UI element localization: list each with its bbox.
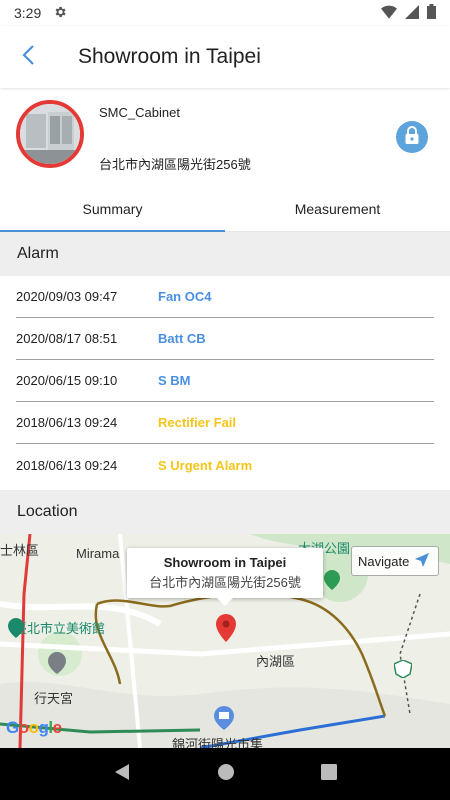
- tab-measurement[interactable]: Measurement: [225, 186, 450, 231]
- alarm-row[interactable]: 2020/06/15 09:10 S BM: [16, 360, 434, 402]
- alarm-time: 2020/09/03 09:47: [16, 289, 118, 304]
- page-title: Showroom in Taipei: [78, 45, 261, 68]
- map-label-shilin: 士林區: [0, 543, 40, 558]
- navigate-button[interactable]: Navigate: [351, 546, 439, 576]
- map-info-window[interactable]: Showroom in Taipei 台北市內湖區陽光街256號: [127, 548, 323, 606]
- status-bar: 3:29: [0, 0, 450, 26]
- gear-icon: [53, 5, 67, 22]
- app-bar: Showroom in Taipei: [0, 26, 450, 88]
- site-name: SMC_Cabinet: [99, 105, 180, 120]
- map-label-museum: 臺北市立美術館: [14, 621, 106, 636]
- chevron-left-icon: [21, 44, 35, 71]
- system-nav-bar: [0, 748, 450, 800]
- alarm-name: Batt CB: [158, 331, 206, 346]
- alarm-name: S BM: [158, 373, 191, 388]
- tab-bar: Summary Measurement: [0, 186, 450, 232]
- alarm-row[interactable]: 2020/08/17 08:51 Batt CB: [16, 318, 434, 360]
- location-section-header: Location: [0, 490, 450, 534]
- status-time: 3:29: [14, 5, 42, 21]
- info-window-address: 台北市內湖區陽光街256號: [149, 575, 301, 590]
- lock-icon: [404, 125, 420, 149]
- square-recents-icon[interactable]: [321, 763, 337, 785]
- alarm-list: 2020/09/03 09:47 Fan OC4 2020/08/17 08:51 B…: [0, 276, 450, 486]
- site-header: SMC_Cabinet 台北市內湖區陽光街256號: [0, 90, 450, 186]
- circle-home-icon[interactable]: [217, 763, 235, 786]
- map-label-xingtian: 行天宮: [34, 691, 74, 706]
- battery-icon: [427, 4, 436, 22]
- wifi-icon: [381, 5, 397, 22]
- info-window-title: Showroom in Taipei: [163, 555, 287, 570]
- back-button[interactable]: [0, 26, 56, 88]
- map-label-mirama: Mirama: [76, 546, 120, 561]
- map-label-bottom-road: 錦河街陽光市集: [172, 737, 264, 748]
- alarm-time: 2020/08/17 08:51: [16, 331, 118, 346]
- alarm-time: 2018/06/13 09:24: [16, 415, 118, 430]
- triangle-back-icon[interactable]: [113, 763, 131, 786]
- signal-icon: [405, 4, 419, 22]
- alarm-row[interactable]: 2020/09/03 09:47 Fan OC4: [16, 276, 434, 318]
- google-logo: Google: [6, 718, 62, 737]
- alarm-name: S Urgent Alarm: [158, 457, 253, 473]
- alarm-name: Fan OC4: [158, 289, 212, 304]
- alarm-row[interactable]: 2018/06/13 09:24 Rectifier Fail: [16, 402, 434, 444]
- alarm-time: 2020/06/15 09:10: [16, 373, 118, 388]
- map-label-neihu: 內湖區: [256, 654, 296, 669]
- navigate-label: Navigate: [358, 553, 410, 569]
- alarm-name: Rectifier Fail: [158, 415, 237, 430]
- alarm-time: 2018/06/13 09:24: [16, 457, 118, 473]
- alarm-section-header: Alarm: [0, 232, 450, 276]
- navigation-arrow-icon: [415, 552, 430, 570]
- lock-button[interactable]: [396, 121, 428, 153]
- alarm-row[interactable]: 2018/06/13 09:24 S Urgent Alarm: [16, 444, 434, 486]
- site-address: 台北市內湖區陽光街256號: [99, 157, 251, 172]
- site-avatar: [16, 100, 84, 168]
- info-window-tail: [217, 598, 233, 606]
- tab-summary[interactable]: Summary: [0, 186, 225, 232]
